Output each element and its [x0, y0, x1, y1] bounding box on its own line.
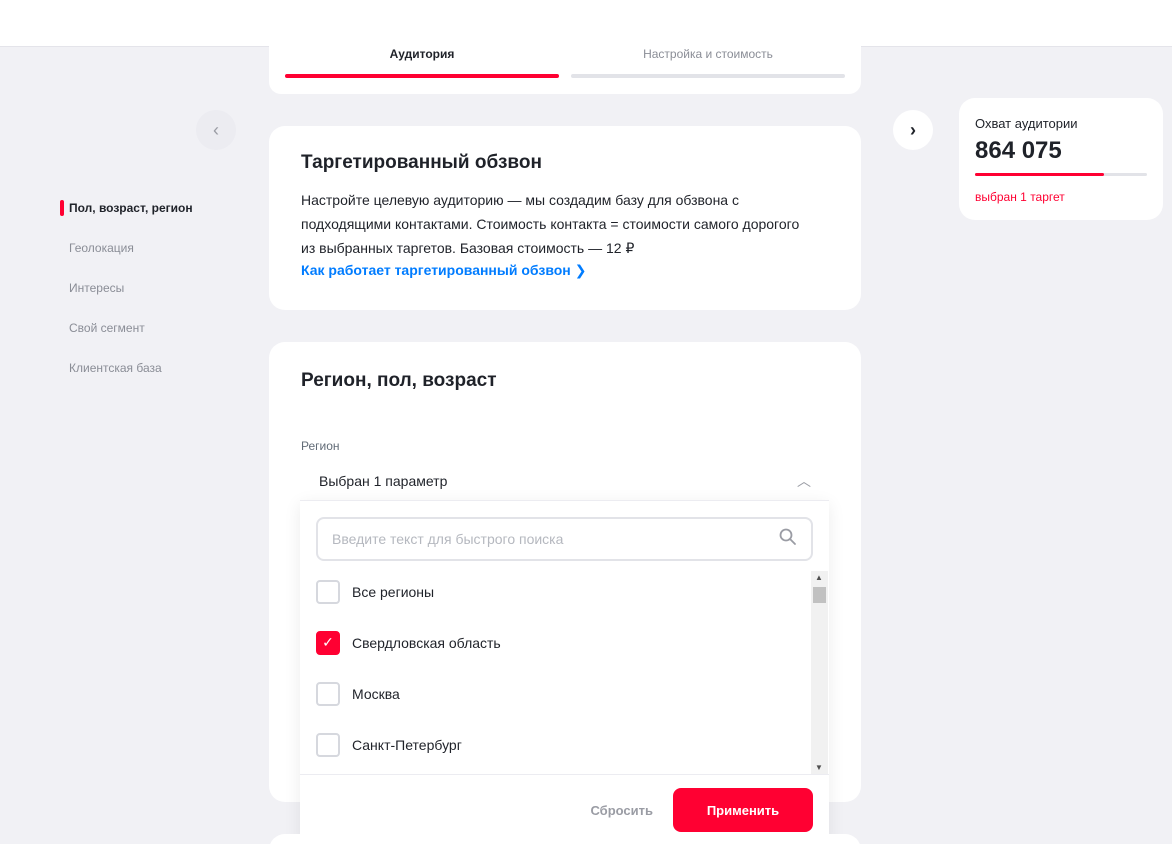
- chevron-right-icon: ❯: [574, 262, 587, 278]
- scroll-down-icon[interactable]: ▼: [815, 763, 823, 772]
- checkbox-checked[interactable]: ✓: [316, 630, 340, 655]
- next-button[interactable]: ›: [893, 110, 933, 150]
- reach-title: Охват аудитории: [975, 116, 1078, 131]
- option-label: Москва: [352, 685, 400, 702]
- reach-value: 864 075: [975, 137, 1062, 164]
- sidebar-item-geolocation[interactable]: Геолокация: [60, 238, 193, 278]
- region-option-all[interactable]: Все регионы: [316, 566, 810, 617]
- how-it-works-link-label: Как работает таргетированный обзвон: [301, 262, 571, 278]
- region-field-label: Регион: [301, 439, 340, 453]
- region-options: Все регионы ✓ Свердловская область Москв…: [316, 566, 810, 770]
- chevron-left-icon: ‹: [213, 119, 219, 140]
- scroll-up-icon[interactable]: ▲: [815, 573, 823, 582]
- region-search[interactable]: [316, 517, 813, 561]
- checkmark-icon: ✓: [322, 634, 334, 650]
- region-select-value: Выбран 1 параметр: [319, 473, 448, 489]
- section-nav: Пол, возраст, регион Геолокация Интересы…: [60, 198, 193, 398]
- region-option-sverdlovsk[interactable]: ✓ Свердловская область: [316, 617, 810, 668]
- sidebar-item-interests[interactable]: Интересы: [60, 278, 193, 318]
- region-option-moscow[interactable]: Москва: [316, 668, 810, 719]
- sidebar-item-custom-segment[interactable]: Свой сегмент: [60, 318, 193, 358]
- chevron-right-icon: ›: [910, 119, 916, 140]
- scrollbar-thumb[interactable]: [813, 587, 826, 603]
- region-search-input[interactable]: [332, 531, 779, 547]
- step-settings-cost[interactable]: Настройка и стоимость: [571, 47, 845, 61]
- apply-button[interactable]: Применить: [673, 788, 813, 832]
- step-audience[interactable]: Аудитория: [285, 47, 559, 61]
- reach-progress-bar: [975, 173, 1147, 176]
- prev-button[interactable]: ‹: [196, 110, 236, 150]
- sidebar-item-gender-age-region[interactable]: Пол, возраст, регион: [60, 198, 193, 238]
- info-title: Таргетированный обзвон: [301, 152, 542, 173]
- step-settings-bar: [571, 74, 845, 78]
- search-icon: [779, 528, 797, 551]
- step-audience-bar: [285, 74, 559, 78]
- region-select[interactable]: Выбран 1 параметр ︿: [301, 459, 829, 503]
- option-label: Свердловская область: [352, 634, 501, 651]
- info-text: Настройте целевую аудиторию — мы создади…: [301, 192, 800, 256]
- option-label: Все регионы: [352, 583, 435, 600]
- steps-card: Аудитория Настройка и стоимость: [269, 36, 861, 94]
- reach-progress-fill: [975, 173, 1104, 176]
- checkbox[interactable]: [316, 732, 340, 757]
- checkbox[interactable]: [316, 681, 340, 706]
- how-it-works-link[interactable]: Как работает таргетированный обзвон ❯: [301, 262, 586, 279]
- next-card: [269, 834, 861, 844]
- option-label: Санкт-Петербург: [352, 736, 462, 753]
- region-option-spb[interactable]: Санкт-Петербург: [316, 719, 810, 770]
- audience-reach-card: Охват аудитории 864 075 выбран 1 таргет: [959, 98, 1163, 220]
- checkbox[interactable]: [316, 579, 340, 604]
- chevron-up-icon: ︿: [797, 473, 811, 489]
- reach-subtitle: выбран 1 таргет: [975, 190, 1065, 204]
- region-dropdown: Все регионы ✓ Свердловская область Москв…: [300, 500, 829, 844]
- info-card: Таргетированный обзвон Настройте целевую…: [269, 126, 861, 310]
- sidebar-item-client-base[interactable]: Клиентская база: [60, 358, 193, 398]
- options-scrollbar[interactable]: ▲ ▼: [811, 571, 828, 774]
- reset-button[interactable]: Сбросить: [590, 803, 653, 818]
- region-title: Регион, пол, возраст: [301, 370, 497, 391]
